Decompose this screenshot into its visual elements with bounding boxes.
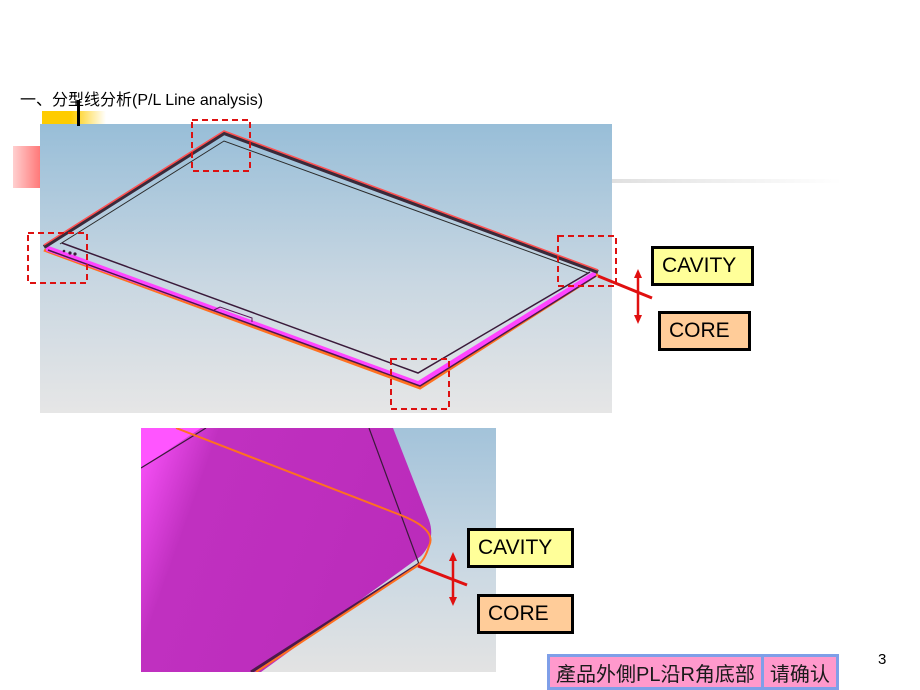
overview-3d-view [40,124,612,413]
corner-closeup-drawing [141,428,432,672]
part-body [141,428,432,672]
detail-3d-view [141,428,496,672]
title-accent-bar [42,111,106,125]
slide-title: 一、分型线分析(P/L Line analysis) [20,92,264,109]
arrow-down-head [634,315,642,324]
side-accent-block [13,146,43,188]
cavity-label: CAVITY [651,246,754,286]
confirmation-note: 產品外側PL沿R角底部 请确认 [547,654,839,690]
cavity-label-detail: CAVITY [467,528,574,568]
note-action: 请确认 [769,663,830,686]
arrow-up-head [634,269,642,278]
core-label-detail: CORE [477,594,574,634]
note-statement: 產品外側PL沿R角底部 [556,663,755,686]
core-label: CORE [658,311,751,351]
divider-line [612,179,842,183]
page-number: 3 [878,651,887,668]
